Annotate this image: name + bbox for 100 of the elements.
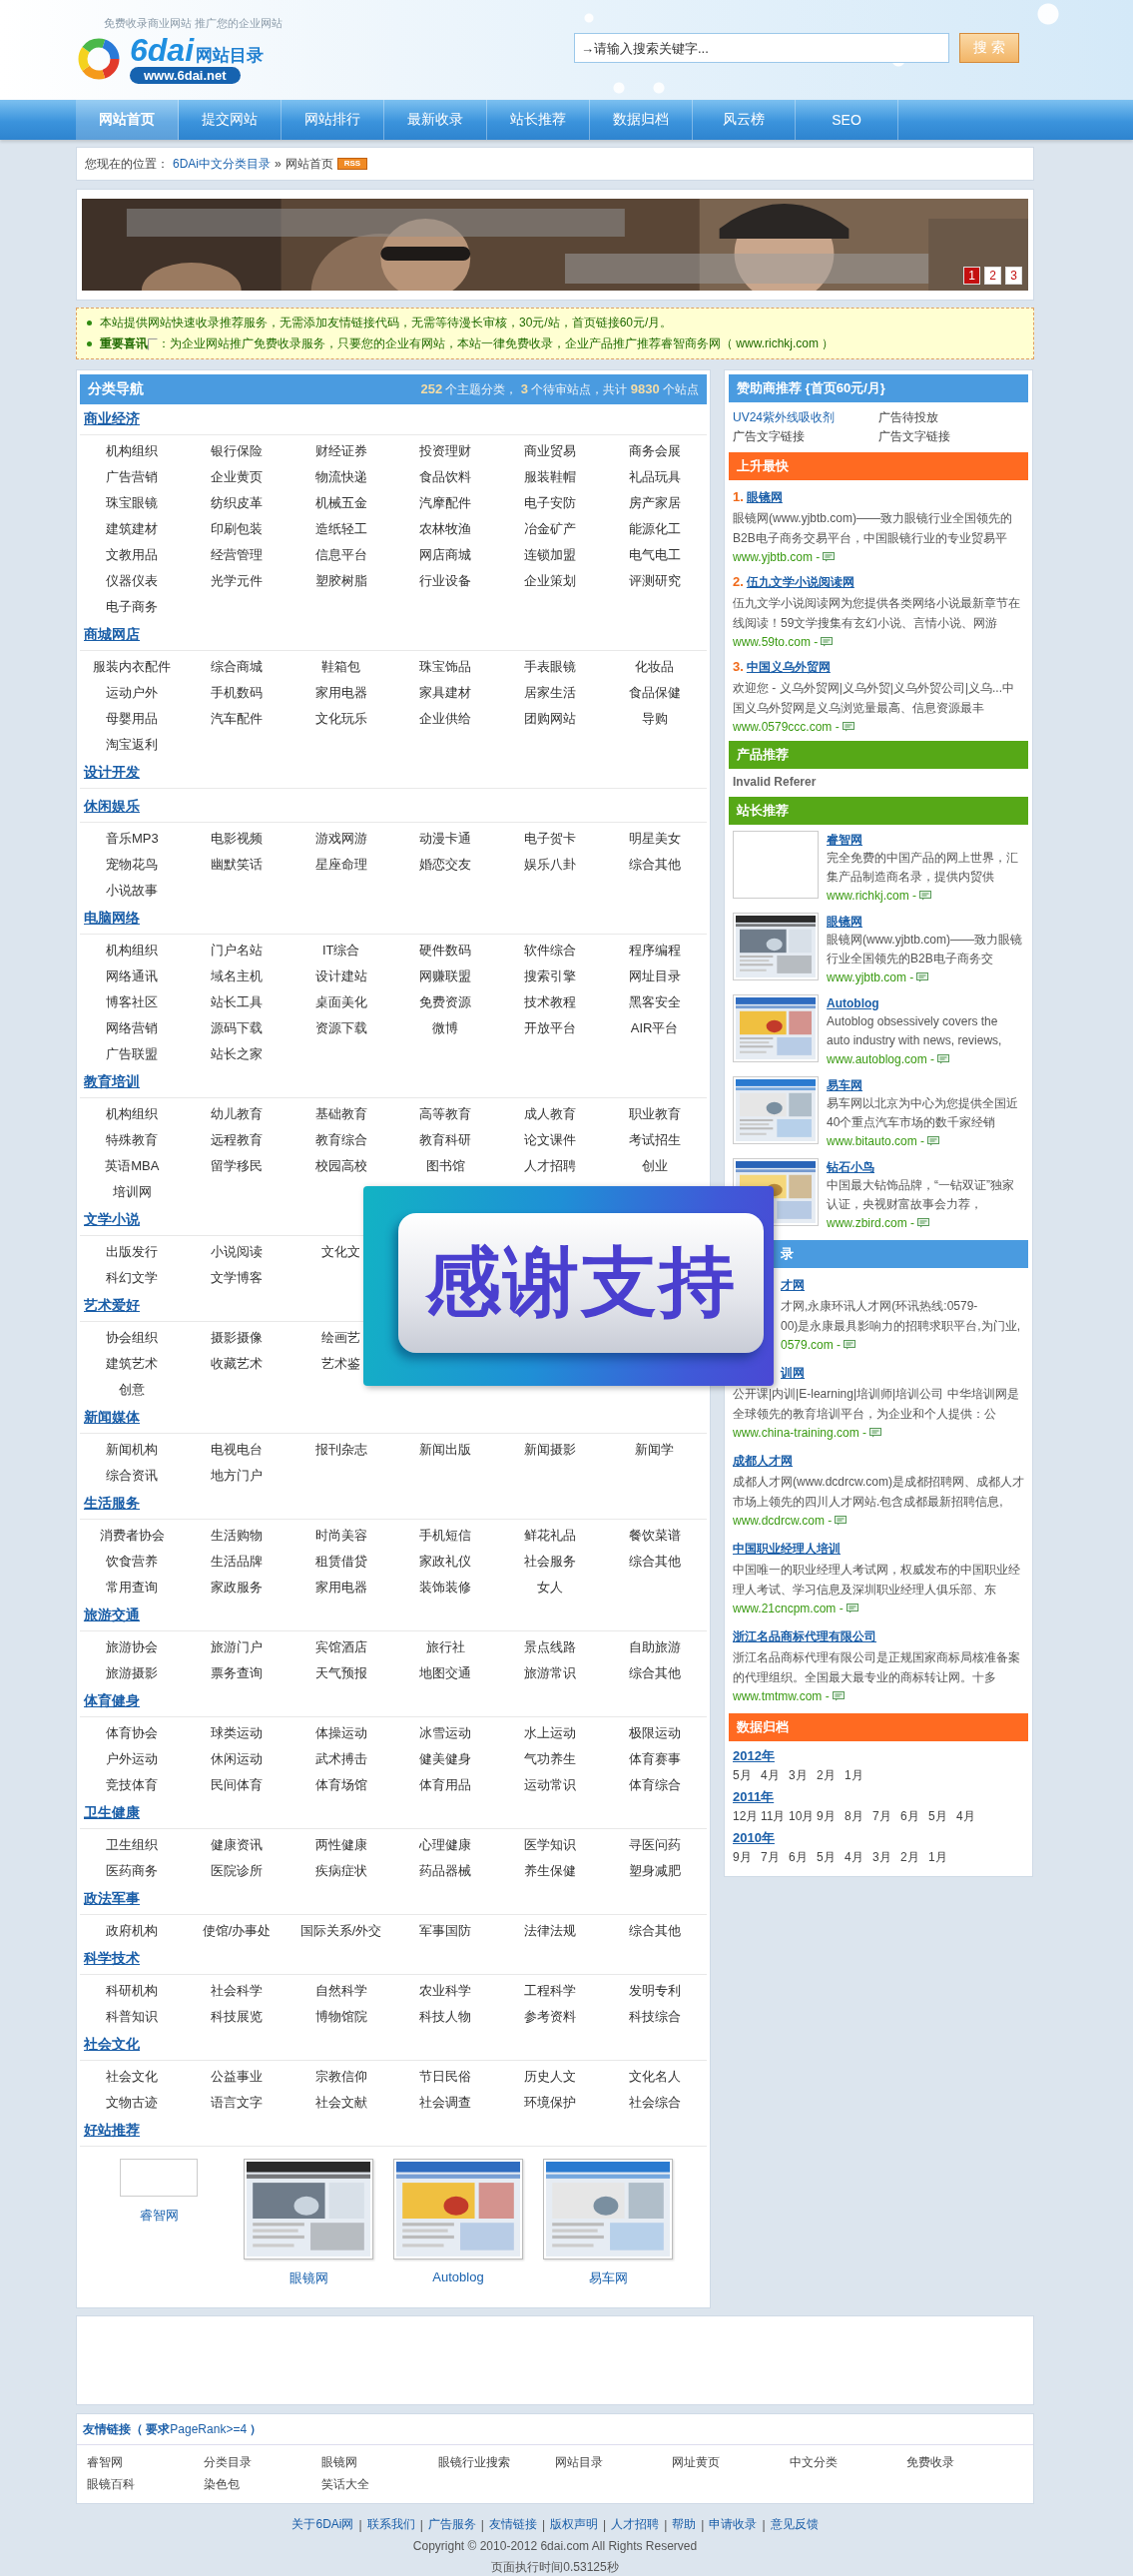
subcategory-link[interactable]: 武术搏击 [314, 1750, 367, 1768]
subcategory-link[interactable]: 汽车配件 [211, 710, 263, 728]
subcategory-link[interactable]: 域名主机 [211, 967, 263, 985]
subcategory-link[interactable]: 新闻出版 [419, 1441, 472, 1459]
site-title-link[interactable]: 易车网 [827, 1078, 862, 1092]
snapshot-icon[interactable] [842, 722, 854, 732]
archive-month-link[interactable]: 2月 [900, 1849, 928, 1866]
subcategory-link[interactable]: 门户名站 [211, 942, 263, 960]
subcategory-link[interactable]: 成人教育 [524, 1105, 576, 1123]
friend-link[interactable]: 眼镜百科 [87, 2473, 205, 2495]
sponsor-link[interactable]: 广告文字链接 [733, 427, 878, 446]
category-heading-link[interactable]: 艺术爱好 [84, 1297, 140, 1315]
subcategory-link[interactable]: 机构组织 [106, 1105, 159, 1123]
subcategory-link[interactable]: 珠宝眼镜 [106, 494, 159, 512]
archive-month-link[interactable]: 9月 [817, 1808, 845, 1825]
subcategory-link[interactable]: 宾馆酒店 [314, 1638, 367, 1656]
subcategory-link[interactable]: 物流快递 [314, 468, 367, 486]
site-url[interactable]: www.autoblog.com - [827, 1050, 935, 1068]
footer-link[interactable]: 友情链接 [488, 2516, 537, 2533]
snapshot-icon[interactable] [821, 637, 834, 647]
subcategory-link[interactable]: 机械五金 [314, 494, 367, 512]
archive-year-link[interactable]: 2011年 [733, 1788, 1028, 1806]
subcategory-link[interactable]: 幽默笑话 [211, 856, 263, 874]
subcategory-link[interactable]: 政府机构 [106, 1922, 159, 1940]
subcategory-link[interactable]: 法律法规 [524, 1922, 576, 1940]
site-title-link[interactable]: 眼镜网 [746, 486, 783, 508]
subcategory-link[interactable]: 疾病症状 [314, 1862, 367, 1880]
subcategory-link[interactable]: 休闲运动 [211, 1750, 263, 1768]
subcategory-link[interactable]: 报刊杂志 [314, 1441, 367, 1459]
category-heading-link[interactable]: 生活服务 [84, 1495, 140, 1513]
subcategory-link[interactable]: 租赁借贷 [314, 1553, 367, 1571]
subcategory-link[interactable]: 企业策划 [524, 572, 576, 590]
subcategory-link[interactable]: 小说阅读 [211, 1243, 263, 1261]
subcategory-link[interactable]: 体育综合 [628, 1776, 681, 1794]
snapshot-icon[interactable] [846, 1604, 858, 1613]
subcategory-link[interactable]: 居家生活 [524, 684, 576, 702]
subcategory-link[interactable]: 明星美女 [628, 830, 681, 848]
subcategory-link[interactable]: 仪器仪表 [106, 572, 159, 590]
subcategory-link[interactable]: 鲜花礼品 [524, 1527, 576, 1545]
subcategory-link[interactable]: 经营管理 [211, 546, 263, 564]
site-url[interactable]: www.59to.com - [733, 633, 819, 651]
subcategory-link[interactable]: 财经证券 [314, 442, 367, 460]
subcategory-link[interactable]: 微博 [432, 1019, 459, 1037]
subcategory-link[interactable]: 高等教育 [419, 1105, 472, 1123]
subcategory-link[interactable]: 使馆/办事处 [202, 1922, 272, 1940]
archive-month-link[interactable]: 5月 [928, 1808, 956, 1825]
subcategory-link[interactable]: 票务查询 [211, 1664, 263, 1682]
subcategory-link[interactable]: 文化名人 [628, 2068, 681, 2086]
subcategory-link[interactable]: 科技人物 [419, 2008, 472, 2026]
archive-month-link[interactable]: 5月 [733, 1767, 761, 1784]
subcategory-link[interactable]: 服装鞋帽 [524, 468, 576, 486]
subcategory-link[interactable]: 动漫卡通 [419, 830, 472, 848]
subcategory-link[interactable]: 文化玩乐 [314, 710, 367, 728]
category-heading-link[interactable]: 社会文化 [84, 2036, 140, 2054]
subcategory-link[interactable]: 光学元件 [211, 572, 263, 590]
site-title-link[interactable]: 钻石小鸟 [827, 1160, 874, 1174]
subcategory-link[interactable]: 电子商务 [106, 598, 159, 616]
subcategory-link[interactable]: 新闻摄影 [524, 1441, 576, 1459]
subcategory-link[interactable]: 工程科学 [524, 1982, 576, 2000]
slide-page-button[interactable]: 1 [963, 267, 980, 285]
subcategory-link[interactable]: 社会服务 [524, 1553, 576, 1571]
subcategory-link[interactable]: 地图交通 [419, 1664, 472, 1682]
subcategory-link[interactable]: 旅游摄影 [106, 1664, 159, 1682]
subcategory-link[interactable]: 造纸轻工 [314, 520, 367, 538]
subcategory-link[interactable]: 网址目录 [628, 967, 681, 985]
category-heading-link[interactable]: 教育培训 [84, 1073, 140, 1091]
subcategory-link[interactable]: 宗教信仰 [314, 2068, 367, 2086]
subcategory-link[interactable]: 服装内衣配件 [93, 658, 172, 676]
archive-month-link[interactable]: 7月 [872, 1808, 900, 1825]
thumbnail-placeholder[interactable] [120, 2159, 198, 2197]
snapshot-icon[interactable] [937, 1054, 950, 1064]
subcategory-link[interactable]: 网赚联盟 [419, 967, 472, 985]
subcategory-link[interactable]: 生活购物 [211, 1527, 263, 1545]
subcategory-link[interactable]: 景点线路 [524, 1638, 576, 1656]
site-url[interactable]: www.zbird.com - [827, 1214, 914, 1232]
subcategory-link[interactable]: 体育用品 [419, 1776, 472, 1794]
site-name-link[interactable]: 易车网 [588, 2269, 628, 2287]
site-title-link[interactable]: 伍九文学小说阅读网 [746, 571, 854, 593]
subcategory-link[interactable]: 极限运动 [628, 1724, 681, 1742]
subcategory-link[interactable]: 出版发行 [106, 1243, 159, 1261]
subcategory-link[interactable]: 综合其他 [628, 1553, 681, 1571]
subcategory-link[interactable]: 社会综合 [628, 2094, 681, 2112]
subcategory-link[interactable]: 婚恋交友 [419, 856, 472, 874]
subcategory-link[interactable]: 电子贺卡 [524, 830, 576, 848]
archive-year-link[interactable]: 2012年 [733, 1747, 1028, 1765]
subcategory-link[interactable]: 图书馆 [425, 1157, 465, 1175]
subcategory-link[interactable]: 家用电器 [314, 684, 367, 702]
subcategory-link[interactable]: 网店商城 [419, 546, 472, 564]
archive-month-link[interactable]: 3月 [872, 1849, 900, 1866]
subcategory-link[interactable]: 企业供给 [419, 710, 472, 728]
site-title-link[interactable]: 成都人才网 [733, 1450, 793, 1472]
subcategory-link[interactable]: 硬件数码 [419, 942, 472, 960]
subcategory-link[interactable]: 创业 [641, 1157, 668, 1175]
subcategory-link[interactable]: 母婴用品 [106, 710, 159, 728]
subcategory-link[interactable]: 源码下载 [211, 1019, 263, 1037]
subcategory-link[interactable]: 电影视频 [211, 830, 263, 848]
subcategory-link[interactable]: 户外运动 [106, 1750, 159, 1768]
archive-year-link[interactable]: 2010年 [733, 1829, 1028, 1847]
subcategory-link[interactable]: 综合其他 [628, 1922, 681, 1940]
subcategory-link[interactable]: 民间体育 [211, 1776, 263, 1794]
